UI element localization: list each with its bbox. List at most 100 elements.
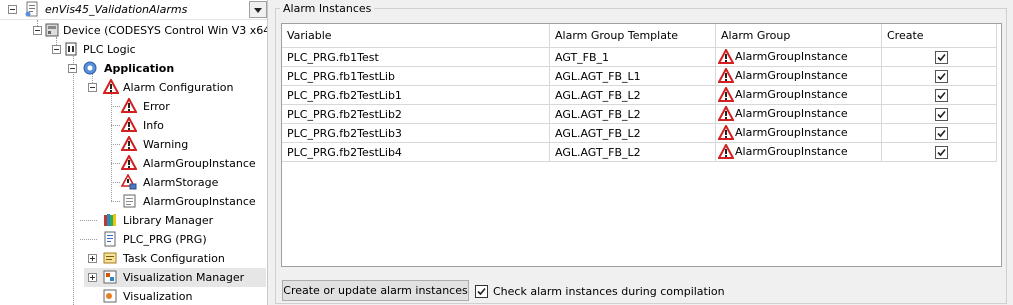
collapse-toggle[interactable] — [52, 45, 61, 54]
panel-title: Alarm Instances — [280, 2, 375, 15]
cell-alarm-group[interactable]: AlarmGroupInstance — [716, 142, 882, 162]
collapse-toggle[interactable] — [8, 5, 17, 14]
cell-alarm-group[interactable]: AlarmGroupInstance — [716, 123, 882, 143]
plc-logic-icon — [63, 41, 79, 57]
tree-item-alarm-group-instance-2[interactable]: AlarmGroupInstance — [0, 192, 267, 211]
create-checkbox[interactable] — [935, 146, 948, 159]
tree-label: AlarmGroupInstance — [143, 195, 256, 208]
alarm-group-label: AlarmGroupInstance — [735, 126, 848, 139]
tree-label: AlarmGroupInstance — [143, 157, 256, 170]
alarm-group-icon — [717, 85, 735, 103]
tree-label: Visualization — [123, 290, 193, 303]
tree-item-warning[interactable]: Warning — [0, 134, 267, 154]
tree-label: AlarmStorage — [143, 176, 219, 189]
column-header-template[interactable]: Alarm Group Template — [550, 24, 716, 48]
cell-template[interactable]: AGL.AGT_FB_L1 — [550, 67, 716, 86]
table-row[interactable]: PLC_PRG.fb2TestLib3 AGL.AGT_FB_L2 AlarmGro… — [282, 123, 997, 143]
alarm-group-icon — [717, 47, 735, 65]
tree-item-alarm-storage[interactable]: AlarmStorage — [0, 173, 267, 192]
project-icon — [24, 1, 40, 17]
table-row[interactable]: PLC_PRG.fb2TestLib2 AGL.AGT_FB_L2 AlarmGro… — [282, 104, 997, 124]
check-during-compilation-label: Check alarm instances during compilation — [493, 285, 725, 298]
create-checkbox[interactable] — [935, 127, 948, 140]
tree-label: Visualization Manager — [123, 271, 245, 284]
tree-label: Info — [143, 119, 164, 132]
cell-alarm-group[interactable]: AlarmGroupInstance — [716, 66, 882, 86]
cell-variable[interactable]: PLC_PRG.fb2TestLib3 — [282, 124, 550, 143]
cell-variable[interactable]: PLC_PRG.fb2TestLib1 — [282, 86, 550, 105]
project-name: enVis45_ValidationAlarms — [45, 3, 188, 16]
create-checkbox[interactable] — [935, 89, 948, 102]
tree-item-plc-logic[interactable]: PLC Logic — [0, 40, 267, 59]
cell-create — [882, 143, 997, 162]
column-header-variable[interactable]: Variable — [282, 24, 550, 48]
tree-item-alarm-configuration[interactable]: Alarm Configuration — [0, 77, 267, 97]
tree-item-task-configuration[interactable]: Task Configuration — [0, 249, 267, 268]
program-icon — [102, 231, 118, 247]
tree-item-alarm-group-instance[interactable]: AlarmGroupInstance — [0, 153, 267, 173]
tree-label: Alarm Configuration — [123, 81, 234, 94]
cell-create — [882, 105, 997, 124]
tree-item-info[interactable]: Info — [0, 115, 267, 135]
project-tree-root[interactable]: enVis45_ValidationAlarms — [0, 0, 267, 20]
alarm-group-icon — [717, 142, 735, 160]
create-checkbox[interactable] — [935, 108, 948, 121]
create-checkbox[interactable] — [935, 70, 948, 83]
alarm-class-icon — [120, 96, 138, 114]
tree-item-device[interactable]: Device (CODESYS Control Win V3 x64) — [0, 21, 267, 40]
cell-variable[interactable]: PLC_PRG.fb1TestLib — [282, 67, 550, 86]
table-row[interactable]: PLC_PRG.fb2TestLib4 AGL.AGT_FB_L2 AlarmGro… — [282, 142, 997, 162]
cell-variable[interactable]: PLC_PRG.fb1Test — [282, 48, 550, 67]
device-icon — [44, 22, 60, 38]
alarm-group-icon — [717, 104, 735, 122]
collapse-toggle[interactable] — [33, 26, 42, 35]
visualization-icon — [102, 288, 118, 304]
alarm-group-icon — [120, 153, 138, 171]
collapse-toggle[interactable] — [68, 64, 77, 73]
tree-item-error[interactable]: Error — [0, 96, 267, 116]
alarm-class-icon — [120, 134, 138, 152]
tree-item-library-manager[interactable]: Library Manager — [0, 211, 267, 230]
check-during-compilation-checkbox[interactable] — [475, 285, 488, 298]
column-header-alarm-group[interactable]: Alarm Group — [716, 24, 882, 48]
create-update-alarm-instances-button[interactable]: Create or update alarm instances — [282, 280, 469, 301]
cell-alarm-group[interactable]: AlarmGroupInstance — [716, 85, 882, 105]
cell-create — [882, 86, 997, 105]
tree-label: PLC_PRG (PRG) — [123, 233, 207, 246]
cell-create — [882, 124, 997, 143]
cell-template[interactable]: AGL.AGT_FB_L2 — [550, 105, 716, 124]
alarm-group-label: AlarmGroupInstance — [735, 88, 848, 101]
cell-template[interactable]: AGT_FB_1 — [550, 48, 716, 67]
tree-label: Task Configuration — [123, 252, 225, 265]
alarm-instances-panel: Alarm Instances Variable Alarm Group Tem… — [272, 0, 1013, 305]
cell-variable[interactable]: PLC_PRG.fb2TestLib2 — [282, 105, 550, 124]
cell-template[interactable]: AGL.AGT_FB_L2 — [550, 124, 716, 143]
alarm-storage-icon — [120, 173, 137, 190]
table-row[interactable]: PLC_PRG.fb1Test AGT_FB_1 AlarmGroupInstanc… — [282, 47, 997, 67]
tree-item-visualization-manager[interactable]: Visualization Manager — [84, 268, 266, 287]
tree-item-visualization[interactable]: Visualization — [0, 287, 267, 305]
alarm-class-icon — [120, 115, 138, 133]
alarm-group-label: AlarmGroupInstance — [735, 107, 848, 120]
cell-create — [882, 67, 997, 86]
table-row[interactable]: PLC_PRG.fb2TestLib1 AGL.AGT_FB_L2 AlarmGro… — [282, 85, 997, 105]
cell-create — [882, 48, 997, 67]
cell-template[interactable]: AGL.AGT_FB_L2 — [550, 86, 716, 105]
expand-toggle[interactable] — [88, 254, 97, 263]
collapse-toggle[interactable] — [88, 83, 97, 92]
chevron-down-icon[interactable] — [249, 1, 267, 18]
alarm-group-label: AlarmGroupInstance — [735, 69, 848, 82]
tree-item-plc-prg[interactable]: PLC_PRG (PRG) — [0, 230, 267, 249]
expand-toggle[interactable] — [88, 273, 97, 282]
table-row[interactable]: PLC_PRG.fb1TestLib AGL.AGT_FB_L1 AlarmGrou… — [282, 66, 997, 86]
tree-item-application[interactable]: Application — [0, 59, 267, 78]
cell-alarm-group[interactable]: AlarmGroupInstance — [716, 104, 882, 124]
create-checkbox[interactable] — [935, 51, 948, 64]
cell-alarm-group[interactable]: AlarmGroupInstance — [716, 47, 882, 67]
column-header-create[interactable]: Create — [882, 24, 997, 48]
cell-variable[interactable]: PLC_PRG.fb2TestLib4 — [282, 143, 550, 162]
table-header: Variable Alarm Group Template Alarm Grou… — [282, 24, 997, 48]
cell-template[interactable]: AGL.AGT_FB_L2 — [550, 143, 716, 162]
tree-label: Application — [104, 62, 175, 75]
tree-label: Error — [143, 100, 170, 113]
